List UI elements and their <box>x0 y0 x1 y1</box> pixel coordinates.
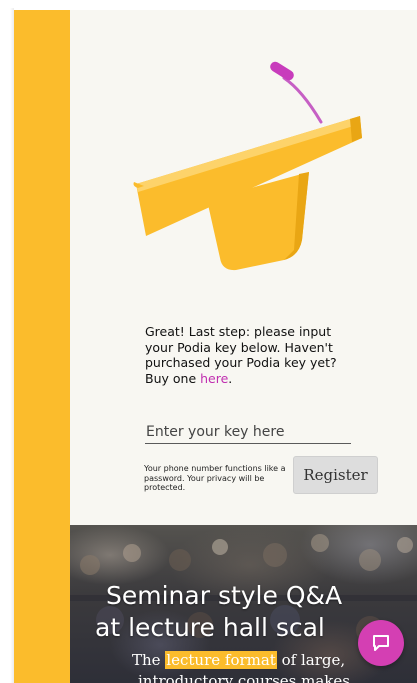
page-frame: Great! Last step: please input your Podi… <box>14 10 417 683</box>
instructions-text: Great! Last step: please input your Podi… <box>145 324 355 386</box>
hero-body-highlight: lecture format <box>165 651 277 669</box>
hero-body-pre: The <box>132 651 166 669</box>
chat-button[interactable] <box>358 620 404 666</box>
privacy-note: Your phone number functions like a passw… <box>144 464 286 492</box>
chat-bubble-icon <box>373 635 389 651</box>
buy-key-link[interactable]: here <box>200 371 228 386</box>
hero-title-line1: Seminar style Q&A <box>106 581 343 610</box>
instructions-tail: . <box>228 370 233 386</box>
hero-body-line2: introductory courses makes <box>138 672 350 683</box>
yellow-side-bar <box>14 10 70 683</box>
podium-icon <box>133 61 362 271</box>
hero-body-post: of large, <box>276 651 346 669</box>
podia-key-input[interactable] <box>145 420 351 444</box>
instructions-lead: Great! Last step: please input your Podi… <box>145 324 337 386</box>
register-button[interactable]: Register <box>293 456 378 494</box>
